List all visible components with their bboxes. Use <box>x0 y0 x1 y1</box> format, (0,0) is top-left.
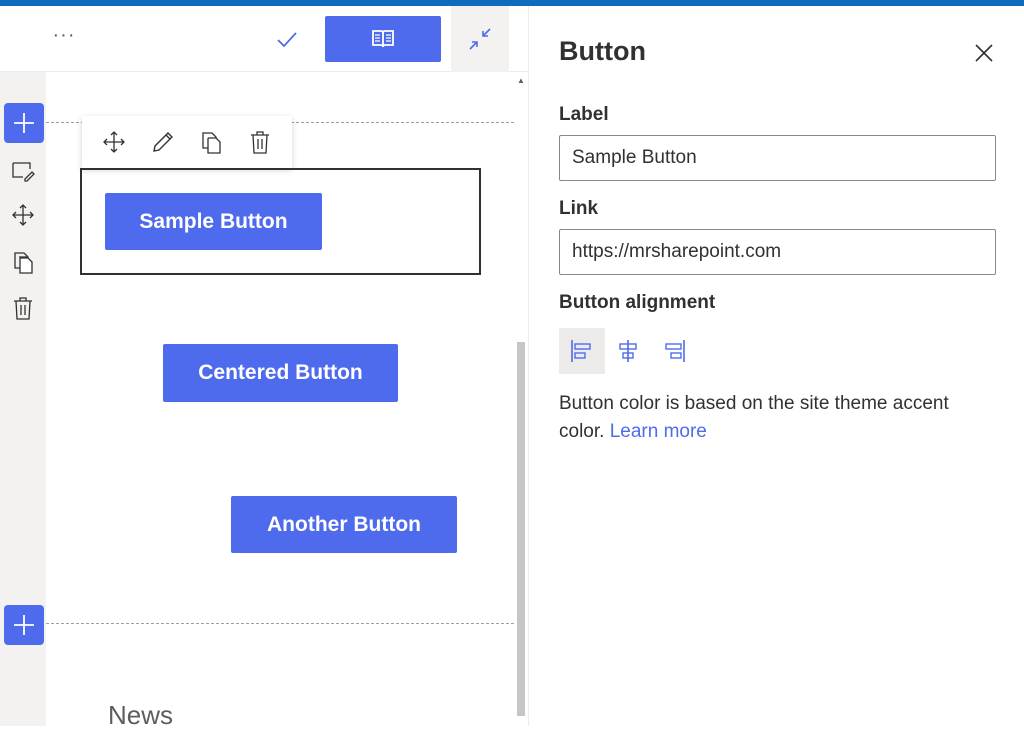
add-section-button[interactable] <box>4 103 44 143</box>
close-icon <box>975 44 993 62</box>
command-bar: ··· <box>0 6 528 72</box>
delete-webpart-button[interactable] <box>245 127 275 157</box>
sample-button[interactable]: Sample Button <box>105 193 322 250</box>
link-field-label: Link <box>559 198 599 219</box>
close-pane-button[interactable] <box>971 40 997 66</box>
scroll-thumb[interactable] <box>517 342 525 716</box>
section-divider <box>46 623 514 624</box>
link-input[interactable] <box>559 229 996 275</box>
move-webpart-button[interactable] <box>99 127 129 157</box>
edit-section-button[interactable] <box>10 158 36 184</box>
delete-icon <box>250 131 269 154</box>
scroll-up-arrow[interactable]: ▲ <box>516 76 526 86</box>
move-icon <box>12 204 34 226</box>
edit-icon <box>152 132 173 152</box>
add-section-button-bottom[interactable] <box>4 605 44 645</box>
label-input[interactable] <box>559 135 996 181</box>
align-center-icon <box>619 340 637 362</box>
copy-section-button[interactable] <box>10 249 36 275</box>
align-center-button[interactable] <box>605 328 651 374</box>
delete-icon <box>14 297 32 320</box>
align-right-icon <box>665 340 685 362</box>
property-pane: Button Label Link Button alignment Butto… <box>528 6 1024 726</box>
delete-section-button[interactable] <box>10 295 36 321</box>
reading-view-button[interactable] <box>325 16 441 62</box>
check-icon <box>277 32 297 48</box>
page-editor: ··· Sample Button Centered Button Anothe… <box>0 6 528 730</box>
align-left-icon <box>571 340 591 362</box>
edit-webpart-button[interactable] <box>148 127 178 157</box>
copy-icon <box>14 252 33 274</box>
book-icon <box>372 30 394 48</box>
canvas-scrollbar[interactable]: ▲ <box>514 72 528 726</box>
label-field-label: Label <box>559 104 609 125</box>
collapse-button[interactable] <box>451 6 509 72</box>
learn-more-link[interactable]: Learn more <box>610 421 707 442</box>
pane-title: Button <box>559 36 646 66</box>
duplicate-webpart-button[interactable] <box>196 127 226 157</box>
news-heading: News <box>108 700 174 730</box>
move-icon <box>103 131 126 153</box>
color-help-text: Button color is based on the site theme … <box>559 390 999 446</box>
collapse-icon <box>469 28 491 50</box>
duplicate-icon <box>202 132 221 154</box>
webpart-toolbar <box>82 116 292 168</box>
edit-section-icon <box>12 162 35 182</box>
move-section-button[interactable] <box>10 202 36 228</box>
add-icon <box>14 615 34 635</box>
add-section-icon <box>14 113 34 133</box>
align-left-button[interactable] <box>559 328 605 374</box>
align-right-button[interactable] <box>651 328 697 374</box>
check-button[interactable] <box>270 24 304 54</box>
alignment-options <box>559 328 697 374</box>
centered-button[interactable]: Centered Button <box>163 344 398 402</box>
another-button[interactable]: Another Button <box>231 496 457 553</box>
more-options-button[interactable]: ··· <box>44 24 84 54</box>
alignment-label: Button alignment <box>559 292 716 313</box>
